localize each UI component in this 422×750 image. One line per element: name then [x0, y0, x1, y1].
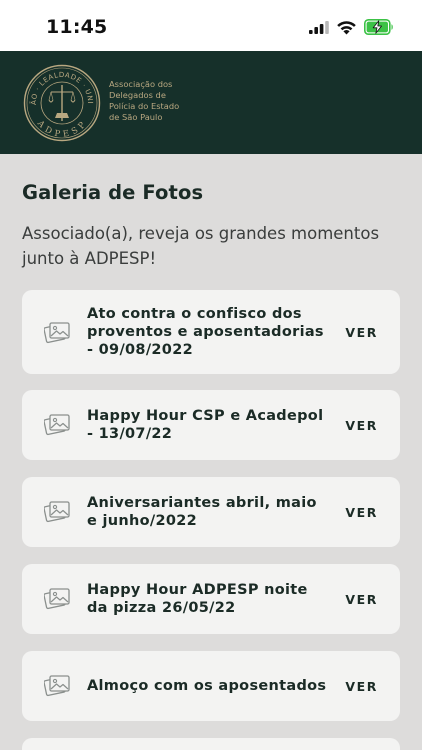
- app-header: AÇÃO · LEALDADE · UNIÃO ADPESP Associaçã…: [0, 51, 422, 154]
- gallery-card-partial[interactable]: [22, 738, 400, 750]
- view-button[interactable]: VER: [345, 592, 378, 607]
- photo-gallery-icon: [44, 588, 70, 610]
- svg-text:ADPESP: ADPESP: [34, 118, 89, 140]
- status-time: 11:45: [46, 16, 108, 38]
- page-title: Galeria de Fotos: [22, 181, 204, 204]
- adpesp-seal-logo: AÇÃO · LEALDADE · UNIÃO ADPESP: [22, 63, 101, 142]
- status-bar: 11:45: [0, 0, 422, 51]
- org-name: Associação dos Delegados de Polícia do E…: [109, 79, 180, 122]
- gallery-item-title: Almoço com os aposentados: [87, 678, 327, 694]
- intro-text: Associado(a), reveja os grandes momentos…: [22, 224, 380, 268]
- gallery-item-title: Ato contra o confisco dos proventos e ap…: [87, 306, 324, 358]
- wifi-icon: [337, 21, 356, 35]
- photo-gallery-icon: [44, 501, 70, 523]
- cellular-signal-icon: [309, 21, 329, 34]
- gallery-card[interactable]: Almoço com os aposentados VER: [22, 651, 400, 721]
- view-button[interactable]: VER: [345, 679, 378, 694]
- gallery-card[interactable]: Happy Hour ADPESP noite da pizza 26/05/2…: [22, 564, 400, 634]
- gallery-item-title: Happy Hour ADPESP noite da pizza 26/05/2…: [87, 582, 308, 616]
- battery-charging-icon: [364, 19, 393, 35]
- gallery-card[interactable]: Ato contra o confisco dos proventos e ap…: [22, 290, 400, 374]
- photo-gallery-icon: [44, 414, 70, 436]
- view-button[interactable]: VER: [345, 505, 378, 520]
- gallery-item-title: Aniversariantes abril, maio e junho/2022: [87, 495, 317, 529]
- photo-gallery-icon: [44, 322, 70, 344]
- photo-gallery-icon: [44, 675, 70, 697]
- gallery-card[interactable]: Happy Hour CSP e Acadepol - 13/07/22 VER: [22, 390, 400, 460]
- gallery-card[interactable]: Aniversariantes abril, maio e junho/2022…: [22, 477, 400, 547]
- view-button[interactable]: VER: [345, 325, 378, 340]
- gallery-item-title: Happy Hour CSP e Acadepol - 13/07/22: [87, 408, 324, 442]
- view-button[interactable]: VER: [345, 418, 378, 433]
